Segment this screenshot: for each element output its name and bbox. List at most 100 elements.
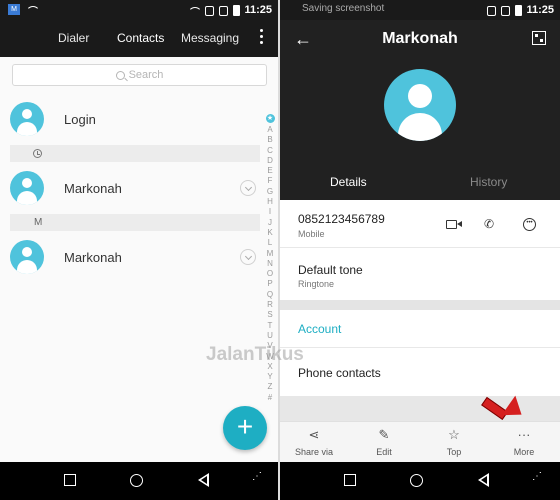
back-nav-icon[interactable] bbox=[478, 473, 489, 487]
index-letter[interactable]: Z bbox=[263, 382, 277, 392]
system-nav-bar: ⋰ bbox=[280, 462, 560, 500]
system-nav-bar: ⋰ bbox=[0, 462, 278, 500]
wifi-icon bbox=[26, 5, 40, 15]
star-icon: ☆ bbox=[448, 427, 460, 442]
contact-name: Markonah bbox=[64, 249, 122, 265]
account-value[interactable]: Phone contacts bbox=[298, 366, 381, 380]
more-icon: ··· bbox=[517, 427, 531, 442]
share-via-button[interactable]: ⋖ Share via bbox=[284, 427, 344, 457]
share-via-label: Share via bbox=[294, 447, 334, 457]
phone-type: Mobile bbox=[298, 229, 325, 239]
contact-name: Markonah bbox=[64, 180, 122, 196]
phone-number[interactable]: 0852123456789 bbox=[298, 212, 385, 226]
index-letter[interactable]: J bbox=[263, 218, 277, 228]
favorites-star-icon[interactable]: ★ bbox=[265, 114, 275, 123]
search-placeholder: Search bbox=[128, 69, 164, 81]
contact-avatar bbox=[384, 69, 456, 141]
search-icon bbox=[115, 70, 125, 80]
section-gap bbox=[280, 300, 560, 310]
tab-details[interactable]: Details bbox=[330, 175, 367, 189]
more-button[interactable]: ··· More bbox=[494, 427, 554, 457]
share-icon: ⋖ bbox=[308, 427, 320, 442]
edit-icon: ✎ bbox=[378, 427, 390, 442]
chevron-down-icon[interactable] bbox=[240, 180, 256, 196]
status-bar: Saving screenshot 11:25 bbox=[280, 0, 560, 20]
top-button[interactable]: ☆ Top bbox=[424, 427, 484, 457]
more-label: More bbox=[513, 447, 535, 457]
back-nav-icon[interactable] bbox=[198, 473, 209, 487]
contacts-screen: M 11:25 Dialer Contacts Messaging Search… bbox=[0, 0, 278, 500]
index-letter[interactable]: S bbox=[263, 310, 277, 320]
chevron-down-icon[interactable] bbox=[240, 249, 256, 265]
status-notice: Saving screenshot bbox=[302, 3, 385, 14]
add-contact-button[interactable]: + bbox=[223, 406, 267, 450]
index-letter[interactable]: I bbox=[263, 207, 277, 217]
index-letter[interactable]: A bbox=[263, 125, 277, 135]
sim2-icon bbox=[219, 5, 228, 16]
index-letter[interactable]: # bbox=[263, 393, 277, 403]
index-letter[interactable]: C bbox=[263, 146, 277, 156]
index-letter[interactable]: E bbox=[263, 166, 277, 176]
index-letter[interactable]: D bbox=[263, 156, 277, 166]
edit-label: Edit bbox=[376, 447, 392, 457]
contact-info-block: 0852123456789 Mobile ✆ ••• Default tone … bbox=[280, 200, 560, 300]
index-letter[interactable]: Y bbox=[263, 372, 277, 382]
tab-messaging[interactable]: Messaging bbox=[181, 31, 239, 45]
section-header-recent bbox=[10, 145, 260, 162]
contact-row-markonah-1[interactable]: Markonah bbox=[10, 163, 260, 213]
status-bar: M 11:25 bbox=[0, 0, 278, 20]
top-tab-bar: Dialer Contacts Messaging bbox=[0, 20, 278, 57]
wifi-signal-icon bbox=[188, 6, 202, 16]
qr-code-icon[interactable] bbox=[532, 31, 546, 45]
sim-icon bbox=[487, 5, 496, 16]
edit-button[interactable]: ✎ Edit bbox=[354, 427, 414, 457]
section-header-m: M bbox=[10, 214, 260, 231]
index-letter[interactable]: H bbox=[263, 197, 277, 207]
contact-row-markonah-2[interactable]: Markonah bbox=[10, 232, 260, 282]
divider bbox=[280, 247, 560, 248]
index-letter[interactable]: L bbox=[263, 238, 277, 248]
contact-row-login[interactable]: Login bbox=[10, 94, 260, 144]
index-letter[interactable]: O bbox=[263, 269, 277, 279]
index-letter[interactable]: P bbox=[263, 279, 277, 289]
sim2-icon bbox=[501, 5, 510, 16]
contact-name: Login bbox=[64, 111, 96, 127]
index-letter[interactable]: B bbox=[263, 135, 277, 145]
home-nav-icon[interactable] bbox=[410, 474, 423, 487]
phone-icon[interactable]: ✆ bbox=[484, 217, 496, 231]
status-time: 11:25 bbox=[244, 4, 272, 16]
menu-nav-icon[interactable]: ⋰ bbox=[532, 471, 543, 482]
index-letter[interactable]: Q bbox=[263, 290, 277, 300]
index-letter[interactable]: R bbox=[263, 300, 277, 310]
top-label: Top bbox=[446, 447, 462, 457]
recent-apps-icon[interactable] bbox=[344, 474, 356, 486]
overflow-menu-icon[interactable] bbox=[260, 29, 264, 47]
menu-nav-icon[interactable]: ⋰ bbox=[252, 471, 263, 482]
avatar-icon bbox=[10, 102, 44, 136]
avatar-icon bbox=[10, 171, 44, 205]
index-letter[interactable]: U bbox=[263, 331, 277, 341]
index-letter[interactable]: N bbox=[263, 259, 277, 269]
app-badge-icon: M bbox=[8, 4, 20, 15]
home-nav-icon[interactable] bbox=[130, 474, 143, 487]
index-letter[interactable]: T bbox=[263, 321, 277, 331]
account-block: Account Phone contacts bbox=[280, 310, 560, 396]
tab-contacts[interactable]: Contacts bbox=[117, 31, 164, 45]
ringtone-label[interactable]: Default tone bbox=[298, 263, 363, 277]
contact-header: Saving screenshot 11:25 ← Markonah Detai… bbox=[280, 0, 560, 200]
index-letter[interactable]: G bbox=[263, 187, 277, 197]
index-letter[interactable]: K bbox=[263, 228, 277, 238]
index-letter[interactable]: M bbox=[263, 249, 277, 259]
message-icon[interactable]: ••• bbox=[523, 218, 536, 231]
tab-dialer[interactable]: Dialer bbox=[58, 31, 89, 45]
account-header: Account bbox=[298, 322, 342, 336]
contact-title: Markonah bbox=[382, 30, 458, 47]
video-call-icon[interactable] bbox=[446, 220, 462, 229]
contact-detail-screen: Saving screenshot 11:25 ← Markonah Detai… bbox=[280, 0, 560, 500]
recent-apps-icon[interactable] bbox=[64, 474, 76, 486]
search-input[interactable]: Search bbox=[12, 64, 267, 86]
tab-history[interactable]: History bbox=[470, 175, 507, 189]
index-letter[interactable]: F bbox=[263, 176, 277, 186]
status-time: 11:25 bbox=[526, 4, 554, 16]
sim-icon bbox=[205, 5, 214, 16]
